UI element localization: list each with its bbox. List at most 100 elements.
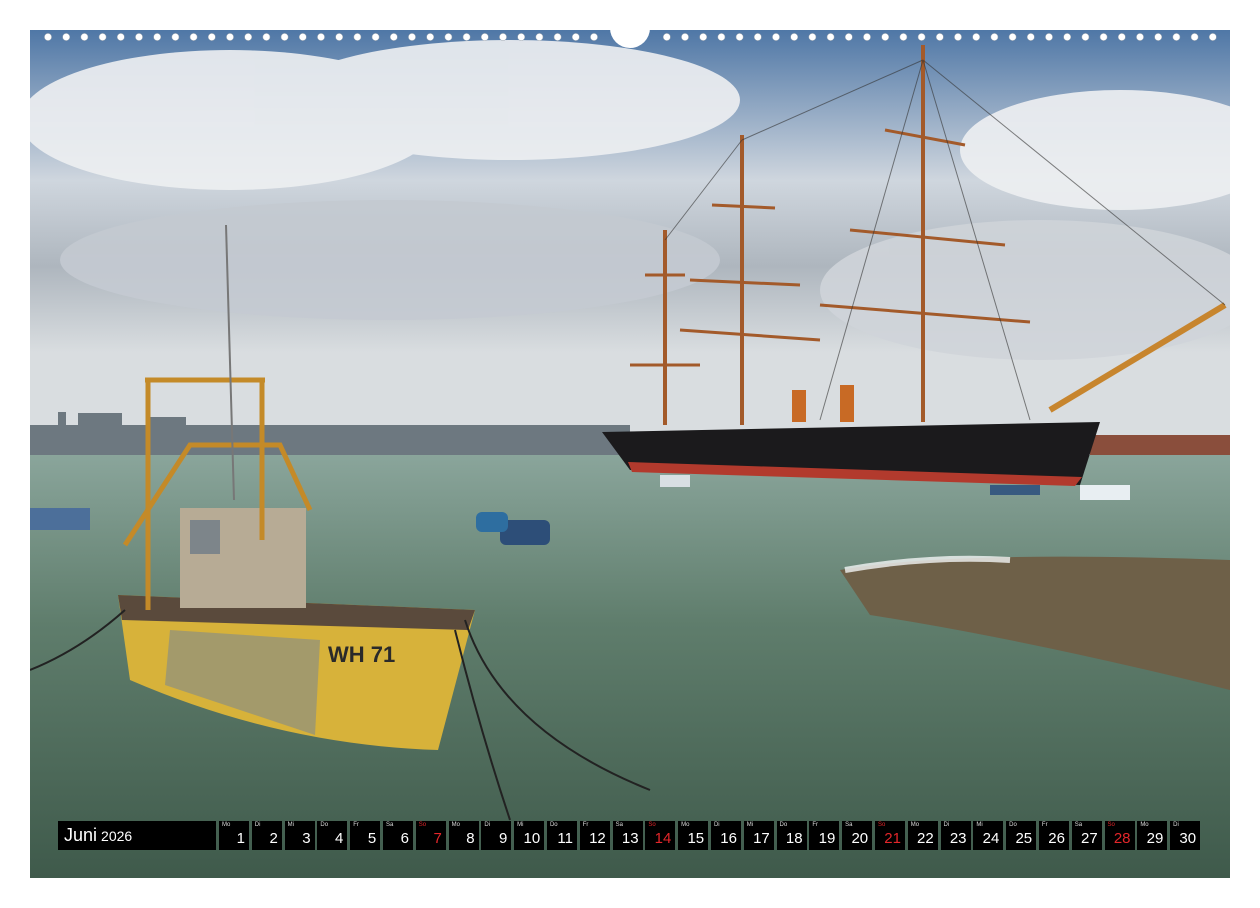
year: 2026: [101, 827, 133, 844]
weekday-label: Mi: [746, 822, 754, 828]
binding-hole: [517, 33, 526, 41]
binding-hole: [499, 33, 507, 41]
weekday-label: Do: [549, 822, 558, 828]
binding-hole: [116, 33, 125, 41]
binding-hole: [1190, 33, 1199, 41]
weekday-label: Do: [1009, 822, 1017, 828]
day-number: 15: [687, 830, 705, 847]
binding-hole: [662, 33, 671, 41]
binding-hole: [844, 33, 853, 41]
month-label: Juni 2026: [58, 821, 216, 850]
day-number: 25: [1015, 830, 1033, 847]
weekday-label: Di: [943, 822, 950, 828]
binding-hole: [480, 33, 489, 41]
day-cell: Sa 6: [382, 821, 413, 850]
binding-hole: [972, 33, 981, 41]
binding-hole: [189, 33, 198, 41]
day-cell: Do 18: [776, 821, 807, 850]
hanger-notch: [610, 28, 650, 48]
day-number: 6: [400, 830, 409, 847]
binding-hole: [990, 33, 999, 41]
weekday-label: Fr: [1041, 822, 1048, 828]
day-number: 2: [269, 830, 278, 847]
binding-hole: [389, 33, 398, 41]
binding-hole: [207, 33, 216, 41]
day-cell: Fr 5: [350, 821, 381, 850]
weekday-label: Sa: [615, 822, 623, 828]
day-number: 5: [367, 830, 377, 847]
weekday-label: Mi: [517, 822, 524, 828]
day-number: 26: [1048, 830, 1065, 847]
day-cell: So 14: [645, 821, 676, 850]
binding-hole: [353, 33, 362, 41]
binding-hole: [80, 33, 89, 41]
boat-registration: WH 71: [328, 642, 395, 667]
binding-hole: [1045, 33, 1053, 41]
day-cell: Do 25: [1006, 821, 1037, 850]
day-number: 16: [720, 830, 737, 847]
day-cell: Mi 3: [284, 821, 315, 850]
binding-hole: [808, 33, 817, 41]
day-cell: Mi 10: [514, 821, 545, 850]
weekday-label: Sa: [1074, 822, 1083, 828]
day-cell: Di 23: [940, 821, 971, 850]
binding-hole: [1136, 33, 1144, 41]
binding-hole: [790, 33, 799, 41]
weekday-label: Di: [1173, 822, 1179, 828]
binding-hole: [881, 33, 890, 41]
day-number: 20: [851, 830, 869, 847]
day-number: 17: [753, 830, 770, 847]
day-cell: Mo 15: [678, 821, 709, 850]
day-number: 27: [1081, 830, 1098, 847]
binding-hole: [62, 33, 71, 41]
binding-hole: [1172, 33, 1181, 41]
weekday-label: Fr: [582, 822, 589, 828]
binding-hole: [826, 33, 835, 41]
binding-hole: [1026, 33, 1035, 41]
binding-hole: [262, 33, 271, 41]
binding-hole: [335, 33, 344, 41]
binding-hole: [244, 33, 253, 41]
day-cell: Sa 27: [1071, 821, 1102, 850]
day-number: 1: [236, 830, 245, 847]
binding-hole: [1008, 33, 1017, 41]
harbour-illustration: WH 71: [30, 30, 1230, 878]
month-name: Juni: [64, 825, 98, 845]
day-number: 3: [302, 830, 311, 847]
day-cell: Do 4: [317, 821, 348, 850]
day-number: 30: [1179, 830, 1197, 847]
day-number: 24: [982, 830, 1000, 847]
weekday-label: Mo: [1140, 822, 1149, 828]
day-cell: Mi 17: [743, 821, 774, 850]
day-cell: Sa 20: [842, 821, 873, 850]
binding-hole: [571, 33, 580, 41]
day-number: 28: [1113, 830, 1131, 847]
day-cell: So 21: [874, 821, 905, 850]
binding-hole: [935, 33, 944, 41]
binding-hole: [735, 33, 744, 41]
day-cell: So 28: [1104, 821, 1135, 850]
binding-hole: [1117, 33, 1126, 41]
weekday-label: Sa: [845, 822, 853, 828]
binding-hole: [1063, 33, 1072, 41]
day-number: 18: [785, 830, 803, 847]
binding-hole: [899, 33, 908, 41]
day-cell: So 7: [415, 821, 446, 850]
binding-hole: [535, 33, 544, 41]
day-number: 8: [466, 830, 475, 847]
day-number: 23: [949, 830, 967, 847]
calendar-strip: Juni 2026 Mo 1 Di 2 Mi 3 Do 4 Fr 5 Sa 6 So 7 Mo 8 Di 9 Mi 1…: [58, 821, 1203, 850]
day-cell: Fr 19: [809, 821, 840, 850]
binding-hole: [954, 33, 962, 41]
weekday-label: Sa: [385, 822, 394, 828]
binding-hole: [171, 33, 180, 41]
day-cell: Do 11: [546, 821, 577, 850]
weekday-label: So: [1107, 822, 1115, 828]
binding-hole: [1081, 33, 1090, 41]
binding-hole: [553, 33, 562, 41]
weekday-label: Di: [254, 822, 261, 828]
binding-hole: [863, 33, 871, 41]
binding-hole: [444, 33, 453, 41]
binding-hole: [462, 33, 471, 41]
day-number: 12: [589, 830, 606, 847]
